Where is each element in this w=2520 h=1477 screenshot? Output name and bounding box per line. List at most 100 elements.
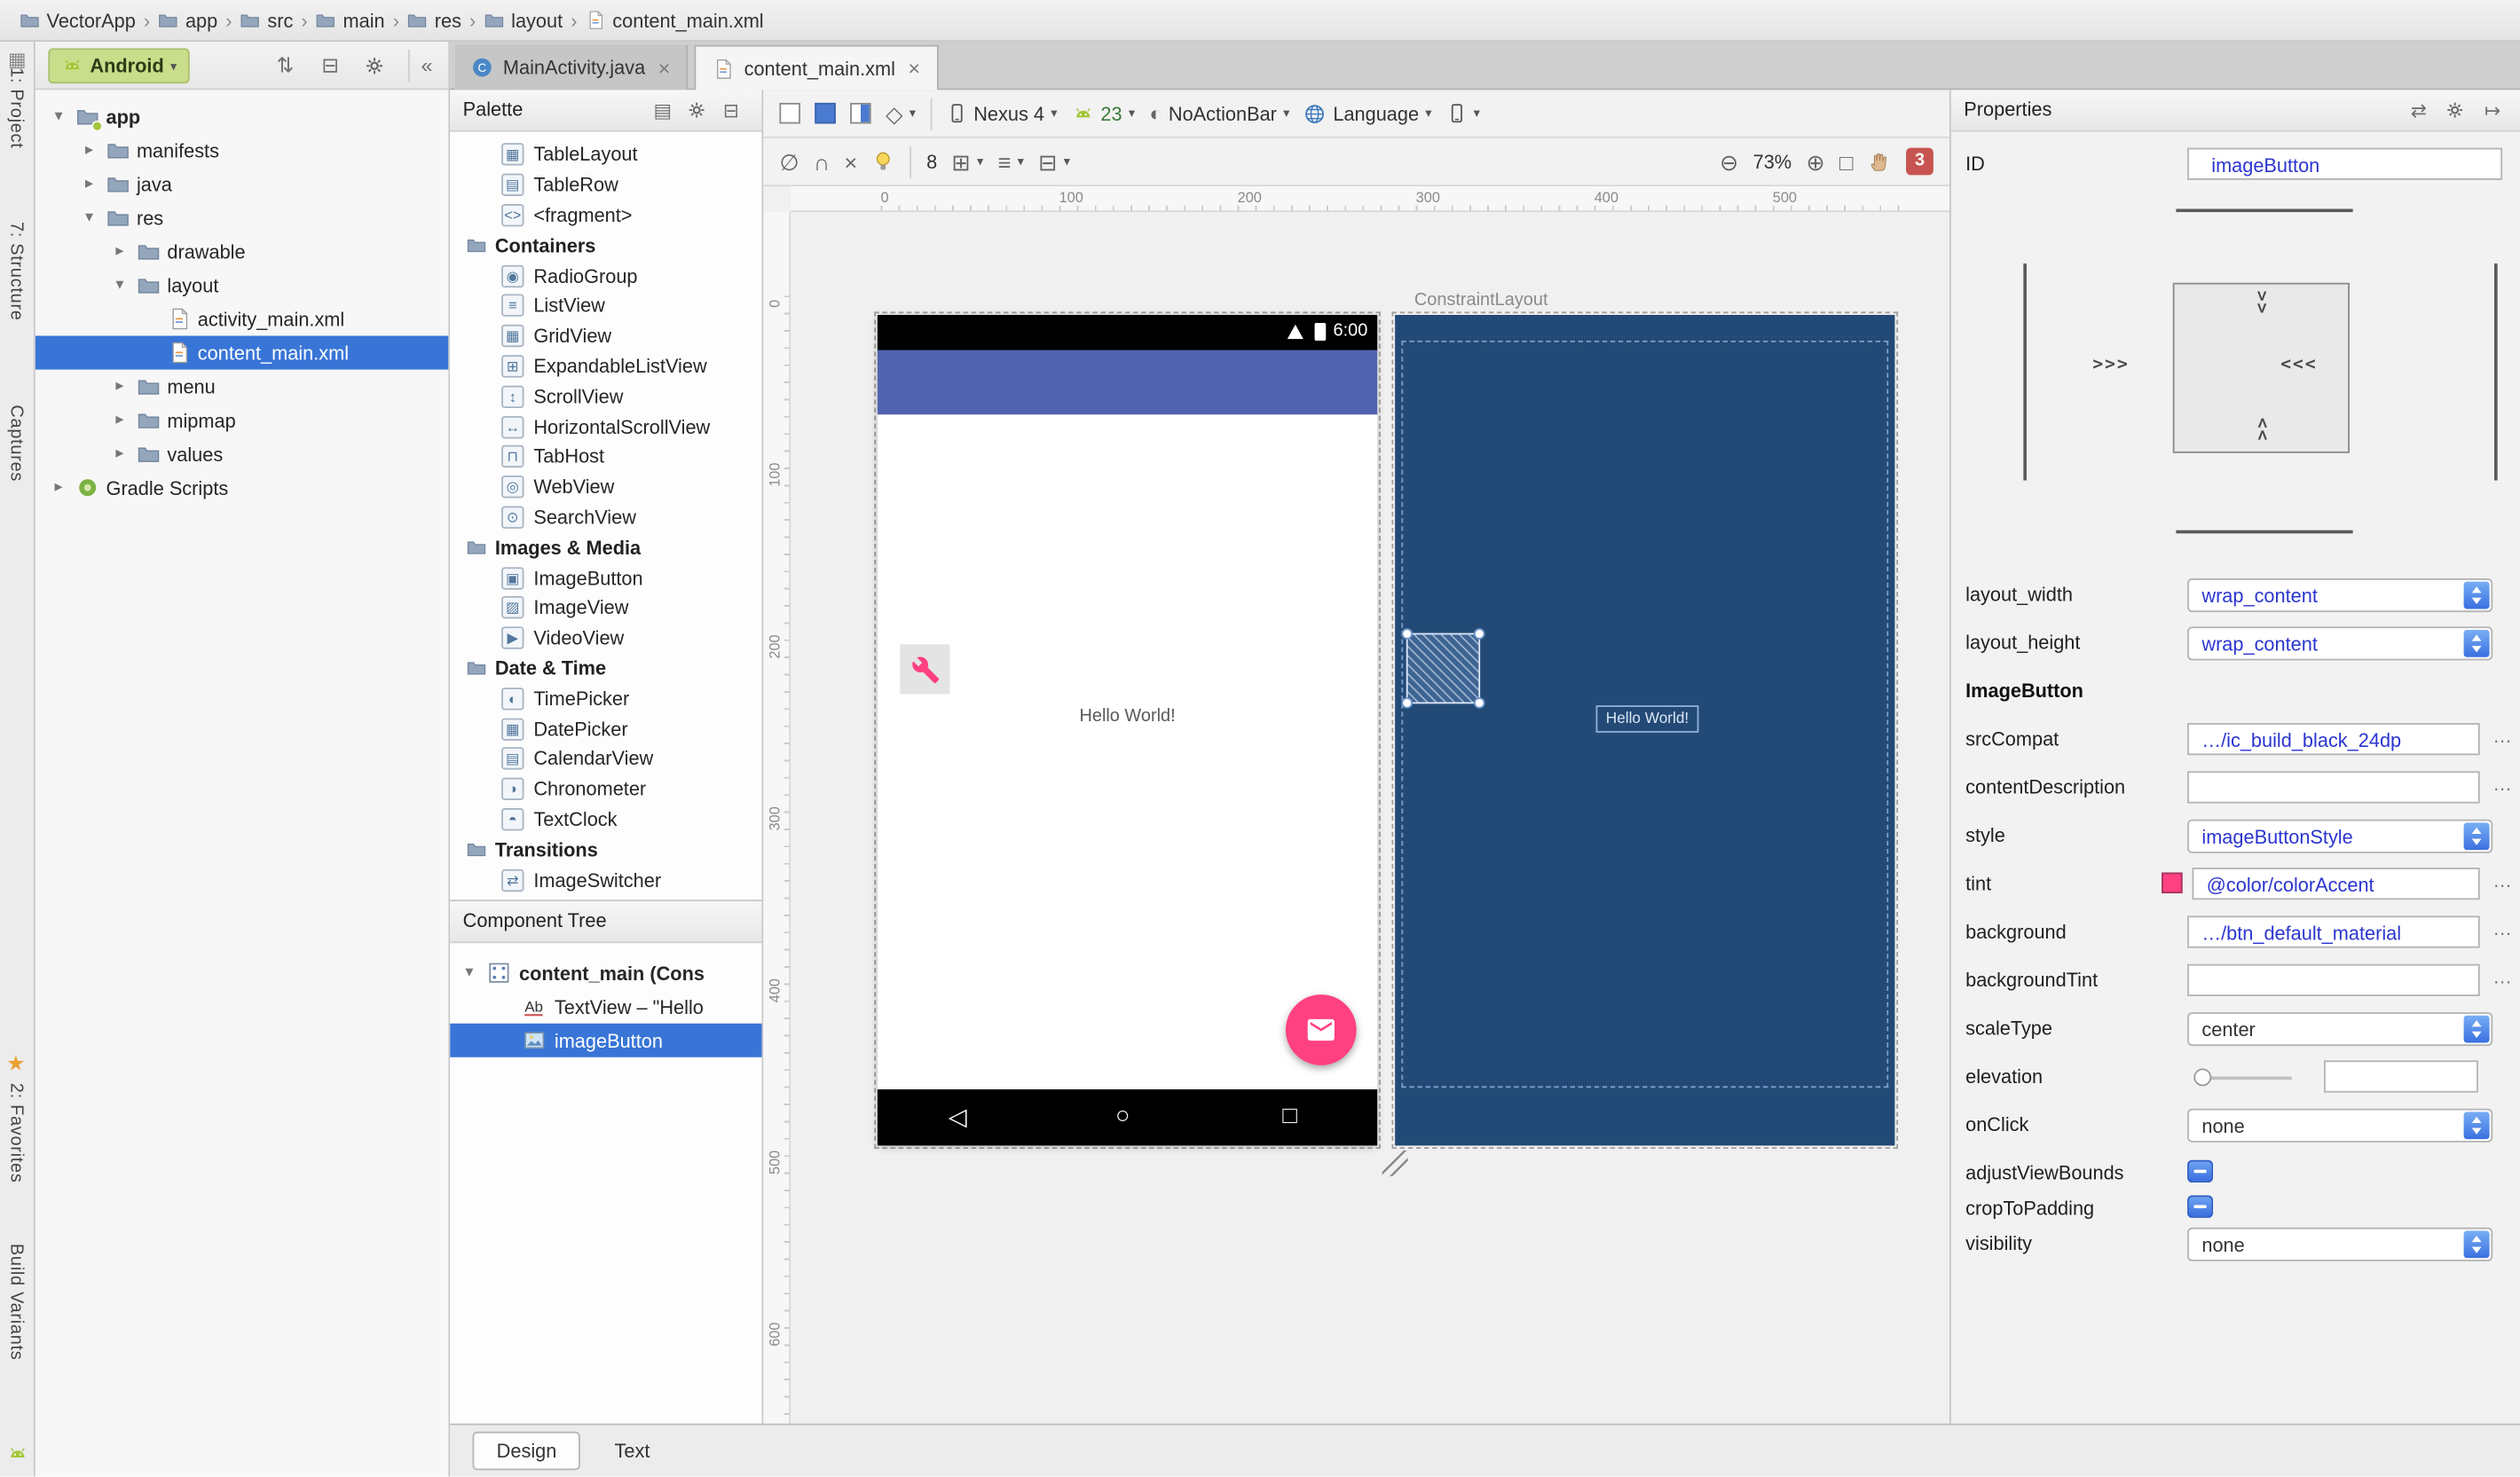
design-preview[interactable]: 6:00 Hello World! ◁ ○ □ xyxy=(877,314,1378,1146)
hide-panel-icon[interactable]: ↦ xyxy=(2485,99,2500,122)
palette-item-tablerow[interactable]: ▤ TableRow xyxy=(450,170,761,200)
dropdown-stepper-icon[interactable] xyxy=(2463,1230,2490,1259)
prop-style-dropdown[interactable]: imageButtonStyle xyxy=(2187,819,2493,853)
palette-item-horizontalscrollview[interactable]: ↔ HorizontalScrollView xyxy=(450,412,761,442)
palette-item-gridview[interactable]: ▦ GridView xyxy=(450,321,761,351)
editor-tab-mainactivity[interactable]: MainActivity.java × xyxy=(454,44,689,90)
palette-group-date-time[interactable]: Date & Time xyxy=(450,653,761,683)
palette-item-calendarview[interactable]: ▤ CalendarView xyxy=(450,743,761,774)
nav-recents-icon[interactable]: □ xyxy=(1282,1102,1296,1129)
component-tree-item-content-main-cons[interactable]: ▾ content_main (Cons xyxy=(450,956,761,990)
palette-item-datepicker[interactable]: ▦ DatePicker xyxy=(450,713,761,743)
blueprint-text-view[interactable]: Hello World! xyxy=(1595,705,1699,733)
align-menu[interactable]: ≡ ▾ xyxy=(998,149,1024,175)
browse-button[interactable]: … xyxy=(2492,725,2512,747)
breadcrumb-item-src[interactable]: src xyxy=(237,9,296,31)
canvas-resize-handle[interactable] xyxy=(1382,1150,1408,1176)
dropdown-stepper-icon[interactable] xyxy=(2463,1015,2490,1043)
palette-item-tablelayout[interactable]: ▦ TableLayout xyxy=(450,140,761,170)
orientation-menu[interactable]: ◇ ▾ xyxy=(886,100,916,126)
browse-button[interactable]: … xyxy=(2492,917,2512,939)
tree-expand-icon[interactable]: ▸ xyxy=(79,141,100,159)
project-tree-item-gradle-scripts[interactable]: ▸ Gradle Scripts xyxy=(35,471,448,505)
constraint-left-arrows-icon[interactable]: >>> xyxy=(2092,353,2129,374)
browse-button[interactable]: … xyxy=(2492,966,2512,988)
project-tree-item-layout[interactable]: ▾ layout xyxy=(35,268,448,302)
palette-item-videoview[interactable]: ▶ VideoView xyxy=(450,623,761,653)
tree-collapse-icon[interactable]: ▾ xyxy=(48,107,69,125)
selected-image-button[interactable] xyxy=(1401,628,1485,709)
tool-button-build-variants[interactable]: Build Variants xyxy=(6,1244,26,1361)
id-field[interactable]: imageButton xyxy=(2187,147,2503,180)
prop-onclick-dropdown[interactable]: none xyxy=(2187,1108,2493,1143)
fab-button[interactable] xyxy=(1285,994,1357,1065)
selection-handle[interactable] xyxy=(1401,697,1414,709)
properties-gear-icon[interactable] xyxy=(2445,99,2466,121)
prop-layout-width-dropdown[interactable]: wrap_content xyxy=(2187,578,2493,613)
elevation-slider[interactable] xyxy=(2193,1068,2292,1087)
component-tree-item-imagebutton[interactable]: imageButton xyxy=(450,1023,762,1057)
editor-tab-content-main[interactable]: content_main.xml × xyxy=(694,44,939,90)
prop-adjustviewbounds-toggle[interactable] xyxy=(2187,1159,2214,1183)
device-selector[interactable]: Nexus 4 ▾ xyxy=(946,101,1057,125)
palette-item-textclock[interactable]: ◓ TextClock xyxy=(450,805,761,835)
palette-item-fragment[interactable]: <> <fragment> xyxy=(450,200,761,231)
tree-expand-icon[interactable]: ▸ xyxy=(109,445,130,463)
tool-button-favorites[interactable]: 2: Favorites xyxy=(6,1083,26,1183)
project-tree-item-activity-main-xml[interactable]: activity_main.xml xyxy=(35,302,448,336)
selection-handle[interactable] xyxy=(1473,697,1485,709)
palette-collapse-icon[interactable]: ⊟ xyxy=(723,99,739,122)
project-tree-item-drawable[interactable]: ▸ drawable xyxy=(35,234,448,268)
breadcrumb-item-app[interactable]: app xyxy=(155,9,221,31)
autoconnect-magnet-icon[interactable]: ∩ xyxy=(814,149,830,175)
constraint-top-arrows-icon[interactable]: >> xyxy=(2252,291,2273,316)
browse-button[interactable]: … xyxy=(2492,773,2512,795)
palette-item-webview[interactable]: ◎ WebView xyxy=(450,472,761,502)
switch-view-icon[interactable]: ⇄ xyxy=(2411,99,2427,122)
zoom-out-icon[interactable]: ⊖ xyxy=(1720,149,1738,175)
pack-menu[interactable]: ⊟ ▾ xyxy=(1038,149,1070,175)
design-surface[interactable]: ConstraintLayout 6:00 Hello World! ◁ ○ □ xyxy=(791,212,1950,1424)
constraint-inspector[interactable]: >>> <<< >> >> xyxy=(1951,192,2520,571)
palette-item-imagebutton[interactable]: ▣ ImageButton xyxy=(450,562,761,593)
breadcrumb-item-vectorapp[interactable]: VectorApp xyxy=(16,9,138,31)
constraint-right-arrows-icon[interactable]: <<< xyxy=(2280,353,2317,374)
component-tree-item-textview-hello[interactable]: TextView – "Hello xyxy=(450,990,761,1024)
tree-collapse-icon[interactable]: ▾ xyxy=(79,208,100,226)
dropdown-stepper-icon[interactable] xyxy=(2463,581,2490,609)
prop-background-field[interactable]: …/btn_default_material xyxy=(2187,915,2480,948)
settings-gear-icon[interactable] xyxy=(363,55,385,77)
tool-button-structure[interactable]: 7: Structure xyxy=(6,222,26,321)
both-views-icon[interactable] xyxy=(850,102,871,124)
error-count-badge[interactable]: 3 xyxy=(1906,147,1933,176)
palette-item-tabhost[interactable]: ⊓ TabHost xyxy=(450,442,761,472)
pan-hand-icon[interactable] xyxy=(1868,149,1892,173)
dropdown-stepper-icon[interactable] xyxy=(2463,629,2490,657)
nav-back-icon[interactable]: ◁ xyxy=(949,1102,967,1131)
project-tree-item-app[interactable]: ▾ app xyxy=(35,99,448,133)
project-tree-item-java[interactable]: ▸ java xyxy=(35,167,448,200)
breadcrumb-item-main[interactable]: main xyxy=(312,9,388,31)
project-tree-item-res[interactable]: ▾ res xyxy=(35,200,448,234)
tool-button-captures[interactable]: Captures xyxy=(6,405,26,482)
tree-expand-icon[interactable]: ▸ xyxy=(109,412,130,429)
infer-constraints-bulb-icon[interactable] xyxy=(872,149,896,173)
nav-home-icon[interactable]: ○ xyxy=(1115,1102,1130,1129)
hello-world-text[interactable]: Hello World! xyxy=(878,707,1377,727)
screen-variant-selector[interactable]: ▾ xyxy=(1446,101,1480,125)
close-tab-icon[interactable]: × xyxy=(658,55,671,79)
project-tree-item-mipmap[interactable]: ▸ mipmap xyxy=(35,404,448,437)
palette-view-mode-icon[interactable]: ▤ xyxy=(654,99,673,122)
close-tab-icon[interactable]: × xyxy=(908,56,920,80)
palette-gear-icon[interactable] xyxy=(686,99,707,121)
design-view-icon[interactable] xyxy=(779,102,800,124)
breadcrumb-item-res[interactable]: res xyxy=(404,9,464,31)
locale-selector[interactable]: Language ▾ xyxy=(1304,102,1432,124)
api-level-selector[interactable]: 23 ▾ xyxy=(1072,102,1135,124)
tree-expand-icon[interactable]: ▸ xyxy=(109,242,130,260)
palette-item-searchview[interactable]: ⊙ SearchView xyxy=(450,502,761,532)
prop-croptopadding-toggle[interactable] xyxy=(2187,1195,2214,1218)
browse-button[interactable]: … xyxy=(2492,869,2512,892)
color-swatch[interactable] xyxy=(2162,872,2183,894)
project-tree-item-menu[interactable]: ▸ menu xyxy=(35,370,448,404)
